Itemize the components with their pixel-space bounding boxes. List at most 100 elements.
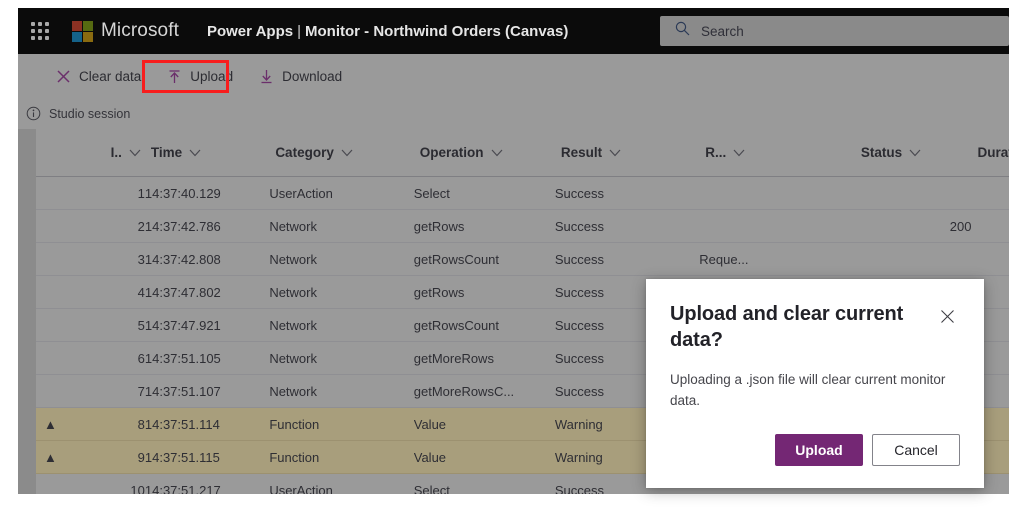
cell-time: 14:37:47.921 xyxy=(144,308,270,342)
cell-flag xyxy=(36,308,65,342)
cell-time: 14:37:42.808 xyxy=(144,242,270,276)
cell-duration xyxy=(971,242,1009,276)
cell-operation: Select xyxy=(413,176,555,210)
dialog-title: Upload and clear current data? xyxy=(670,303,904,351)
cell-category: Network xyxy=(269,209,414,243)
title-divider: | xyxy=(297,22,302,40)
chevron-down-icon xyxy=(341,149,353,156)
cell-flag xyxy=(36,209,65,243)
column-label-index: I.. xyxy=(110,145,122,160)
cell-operation: getMoreRows xyxy=(413,341,555,375)
cell-time: 14:37:47.802 xyxy=(144,275,270,309)
session-bar: Studio session xyxy=(18,98,1009,130)
chevron-down-icon xyxy=(189,149,201,156)
close-icon xyxy=(56,69,71,84)
column-header-time[interactable]: Time xyxy=(144,129,270,177)
column-label-duration: Duration (... xyxy=(977,145,1009,160)
download-button[interactable]: Download xyxy=(249,61,352,91)
chevron-down-icon xyxy=(491,149,502,156)
search-box[interactable]: Search xyxy=(660,16,1009,46)
cell-time: 14:37:51.115 xyxy=(144,440,270,474)
cell-category: Network xyxy=(269,275,414,309)
column-header-status[interactable]: Status xyxy=(854,129,972,177)
clear-data-label: Clear data xyxy=(79,68,142,84)
cell-category: UserAction xyxy=(269,176,414,210)
column-header-index[interactable]: I.. xyxy=(64,129,145,177)
column-header-operation[interactable]: Operation xyxy=(413,129,555,177)
cell-index: 3 xyxy=(64,242,145,276)
app-launcher-icon[interactable] xyxy=(30,21,50,41)
column-header-category[interactable]: Category xyxy=(269,129,414,177)
upload-icon xyxy=(167,69,182,84)
session-label: Studio session xyxy=(49,106,131,121)
cell-time: 14:37:51.105 xyxy=(144,341,270,375)
column-header-request[interactable]: R... xyxy=(699,129,855,177)
info-icon xyxy=(26,106,41,121)
cell-flag xyxy=(36,275,65,309)
cell-category: Network xyxy=(269,242,414,276)
suite-header: Microsoft Power Apps | Monitor - Northwind… xyxy=(18,8,1009,54)
chevron-down-icon xyxy=(909,149,921,156)
cell-flag xyxy=(36,242,65,276)
cell-index: 1 xyxy=(64,176,145,210)
cell-index: 6 xyxy=(64,341,145,375)
app-title-bar: Power Apps | Monitor - Northwind Orders (C… xyxy=(207,23,568,40)
cell-time: 14:37:42.786 xyxy=(144,209,270,243)
cell-operation: Value xyxy=(413,440,555,474)
cell-status xyxy=(854,242,972,276)
microsoft-logo-icon xyxy=(72,20,93,42)
chevron-down-icon xyxy=(609,149,621,156)
column-header-result[interactable]: Result xyxy=(554,129,700,177)
cell-duration: 2,625 xyxy=(971,209,1009,243)
cell-category: Network xyxy=(269,374,414,408)
dialog-body-text: Uploading a .json file will clear curren… xyxy=(670,372,946,408)
column-header-duration[interactable]: Duration (... xyxy=(971,129,1009,177)
cell-request: Reque... xyxy=(699,242,855,276)
search-placeholder: Search xyxy=(701,23,744,39)
cell-result: Success xyxy=(554,242,700,276)
dialog-upload-button[interactable]: Upload xyxy=(775,434,863,466)
table-row[interactable]: 1 14:37:40.129 UserAction Select Success xyxy=(36,176,1009,210)
cell-operation: Value xyxy=(413,407,555,441)
dialog-actions: Upload Cancel xyxy=(775,434,960,466)
cell-operation: getRowsCount xyxy=(413,308,555,342)
cell-operation: getRows xyxy=(413,275,555,309)
clear-data-button[interactable]: Clear data xyxy=(46,61,151,91)
cell-category: Function xyxy=(269,440,414,474)
cell-operation: Select xyxy=(413,473,555,494)
warning-triangle-icon: ▲ xyxy=(36,407,65,441)
cell-status: 200 xyxy=(854,209,972,243)
cell-operation: getRowsCount xyxy=(413,242,555,276)
close-icon[interactable] xyxy=(934,303,960,329)
cell-category: Network xyxy=(269,308,414,342)
cell-status xyxy=(854,176,972,210)
cell-category: Function xyxy=(269,407,414,441)
search-icon xyxy=(674,20,691,42)
warning-triangle-icon: ▲ xyxy=(36,440,65,474)
cell-category: UserAction xyxy=(269,473,414,494)
column-label-category: Category xyxy=(275,145,334,160)
table-row[interactable]: 214:37:42.786NetworkgetRowsSuccess 2002,6… xyxy=(36,209,1009,243)
cell-index: 4 xyxy=(64,275,145,309)
cell-request xyxy=(699,209,855,243)
chevron-down-icon xyxy=(129,149,141,156)
cell-result: Success xyxy=(554,209,700,243)
table-header: I.. Time Category Operation Result R... … xyxy=(36,129,1009,177)
download-icon xyxy=(259,69,274,84)
cell-index: 2 xyxy=(64,209,145,243)
upload-confirm-dialog: Upload and clear current data? Uploading… xyxy=(646,279,984,488)
column-label-status: Status xyxy=(860,145,903,160)
cell-time: 14:37:51.107 xyxy=(144,374,270,408)
cell-index: 7 xyxy=(64,374,145,408)
column-label-request: R... xyxy=(705,145,727,160)
cell-time: 14:37:40.129 xyxy=(144,176,270,210)
cell-operation: getMoreRowsC... xyxy=(413,374,555,408)
dialog-header: Upload and clear current data? xyxy=(670,301,960,353)
upload-button[interactable]: Upload xyxy=(157,61,243,91)
table-row[interactable]: 3 14:37:42.808 Network getRowsCount Success R… xyxy=(36,242,1009,276)
cell-index: 9 xyxy=(64,440,145,474)
dialog-cancel-button[interactable]: Cancel xyxy=(872,434,960,466)
page-title: Monitor - Northwind Orders (Canvas) xyxy=(305,22,569,40)
cell-flag xyxy=(36,341,65,375)
cell-result: Success xyxy=(554,176,700,210)
